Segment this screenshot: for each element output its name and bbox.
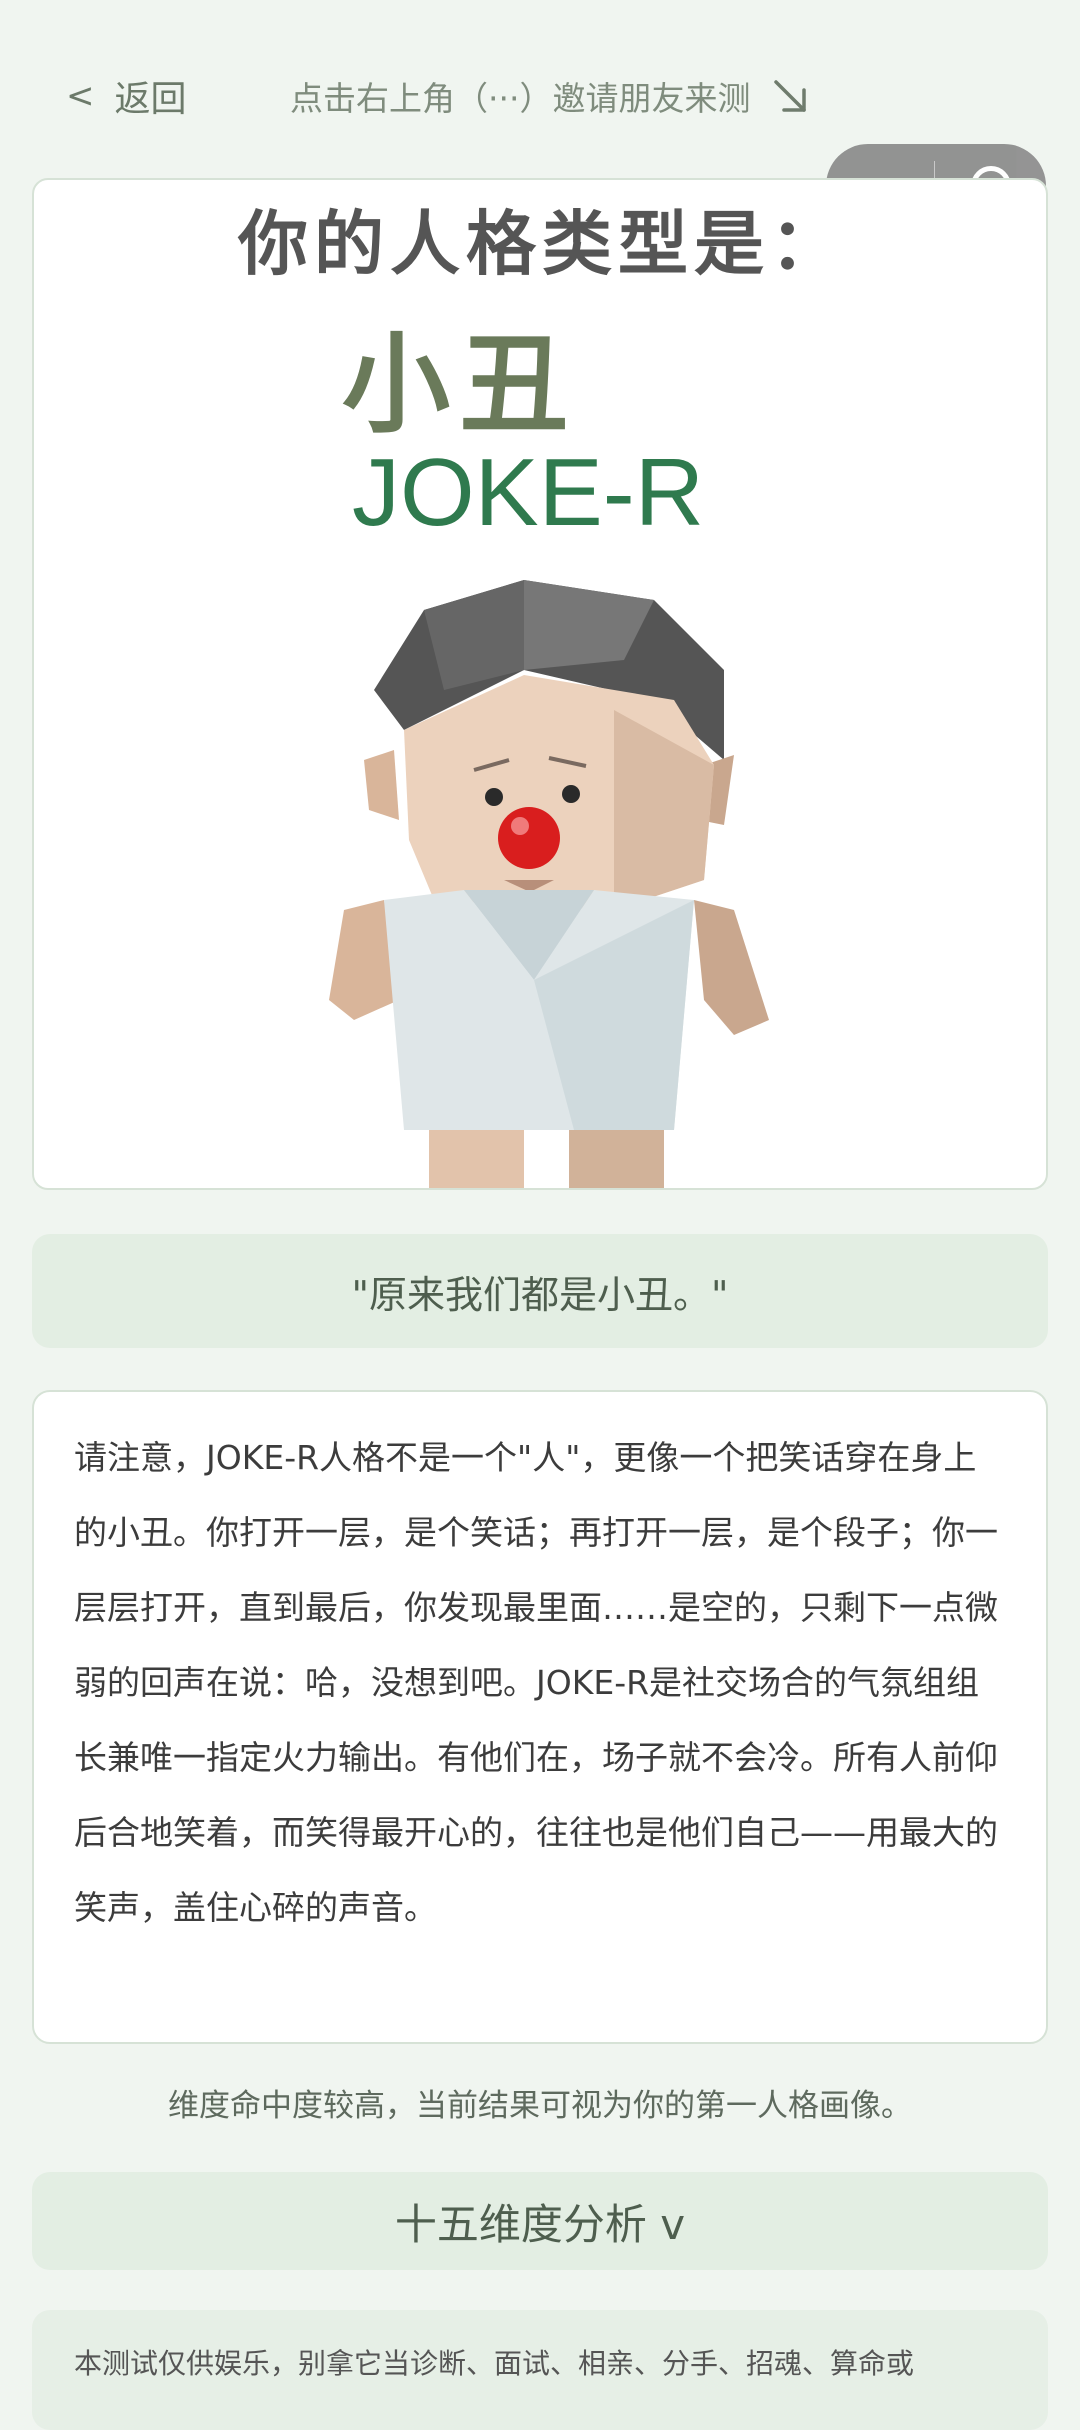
disclaimer: 本测试仅供娱乐，别拿它当诊断、面试、相亲、分手、招魂、算命或 (32, 2310, 1048, 2430)
result-type-code: JOKE-R (352, 439, 705, 546)
arrow-down-right-icon (774, 80, 807, 112)
dimension-analysis-label: 十五维度分析 v (394, 2199, 686, 2249)
invite-hint: 点击右上角（···）邀请朋友来测 (290, 68, 812, 124)
match-hint: 维度命中度较高，当前结果可视为你的第一人格画像。 (168, 2088, 912, 2124)
clown-character-illustration (329, 580, 769, 1188)
back-button[interactable]: < 返回 (66, 68, 187, 124)
result-description-card: 请注意，JOKE-R人格不是一个"人"，更像一个把笑话穿在身上的小丑。你打开一层… (32, 1390, 1048, 2044)
result-quote: "原来我们都是小丑。" (32, 1234, 1048, 1348)
chevron-left-icon: < (66, 76, 95, 116)
back-label: 返回 (114, 79, 187, 120)
invite-text: 点击右上角（···）邀请朋友来测 (290, 79, 751, 118)
result-type-name: 小丑 (342, 323, 579, 448)
disclaimer-text: 本测试仅供娱乐，别拿它当诊断、面试、相亲、分手、招魂、算命或 (74, 2347, 915, 2380)
result-card: 你的人格类型是： 小丑 JOKE-R (32, 178, 1048, 1190)
dimension-analysis-toggle[interactable]: 十五维度分析 v (32, 2172, 1048, 2270)
result-description: 请注意，JOKE-R人格不是一个"人"，更像一个把笑话穿在身上的小丑。你打开一层… (74, 1438, 998, 1927)
result-heading: 你的人格类型是： (238, 203, 846, 285)
